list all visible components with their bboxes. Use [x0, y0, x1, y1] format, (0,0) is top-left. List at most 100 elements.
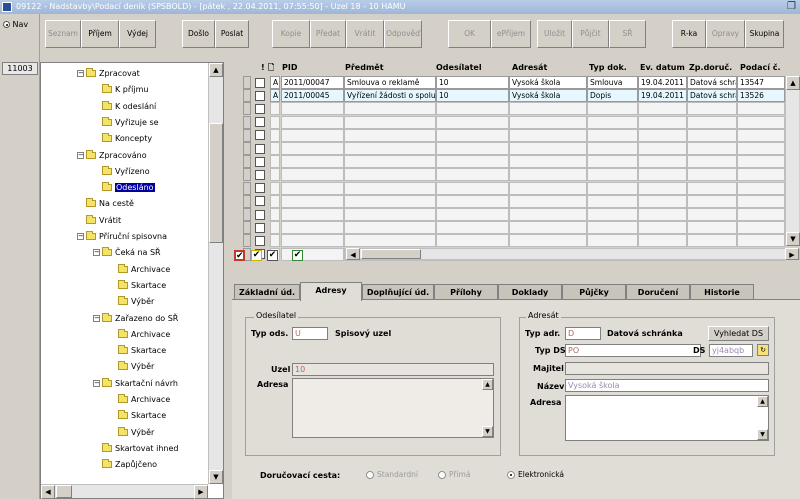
- toolbar-button-skupina[interactable]: Skupina: [745, 20, 784, 48]
- empty-cell[interactable]: [270, 234, 280, 248]
- recipient-address-field[interactable]: ▲ ▼: [565, 395, 769, 441]
- table-cell-typ[interactable]: Dopis: [587, 89, 638, 103]
- filter-checkbox-red[interactable]: ✔: [234, 250, 245, 261]
- tree-node[interactable]: Výběr: [109, 426, 154, 439]
- empty-cell[interactable]: [270, 221, 280, 235]
- collapse-icon[interactable]: −: [77, 233, 84, 240]
- empty-cell[interactable]: [344, 208, 436, 221]
- collapse-icon[interactable]: −: [77, 70, 84, 77]
- toolbar-button-sr[interactable]: SŘ: [609, 20, 646, 48]
- row-checkbox[interactable]: [255, 235, 265, 246]
- row-checkbox[interactable]: [255, 169, 265, 180]
- row-checkbox[interactable]: [255, 196, 265, 207]
- table-cell-adresat[interactable]: Vysoká škola: [509, 89, 587, 103]
- table-cell-zpusob[interactable]: Datová schrán: [687, 76, 737, 89]
- empty-cell[interactable]: [509, 142, 587, 155]
- empty-cell[interactable]: [587, 194, 638, 208]
- row-checkbox[interactable]: [255, 77, 265, 88]
- tree-node[interactable]: − Čeká na SŘ: [93, 247, 161, 259]
- empty-cell[interactable]: [436, 208, 509, 221]
- empty-cell[interactable]: [737, 102, 785, 116]
- empty-cell[interactable]: [436, 155, 509, 169]
- toolbar-button-eprijem[interactable]: ePříjem: [491, 20, 531, 48]
- empty-cell[interactable]: [687, 168, 737, 182]
- collapse-icon[interactable]: −: [93, 249, 100, 257]
- row-indicator[interactable]: [243, 128, 251, 142]
- empty-cell[interactable]: [509, 128, 587, 142]
- table-cell-podaci[interactable]: 13526: [737, 89, 785, 103]
- empty-cell[interactable]: [687, 115, 737, 129]
- row-checkbox[interactable]: [255, 90, 265, 101]
- tree-node[interactable]: Vyřizuje se: [93, 116, 159, 129]
- find-databox-button[interactable]: Vyhledat DS: [708, 326, 769, 341]
- empty-cell[interactable]: [687, 142, 737, 155]
- recipient-nazev-field[interactable]: Vysoká škola: [565, 379, 769, 392]
- tab-adresy[interactable]: Adresy: [300, 282, 362, 301]
- toolbar-button-ulozit[interactable]: Uložit: [537, 20, 572, 48]
- row-checkbox[interactable]: [255, 117, 265, 128]
- empty-cell[interactable]: [638, 168, 687, 182]
- table-cell-odesilatel[interactable]: 10: [436, 89, 509, 103]
- empty-cell[interactable]: [344, 234, 436, 248]
- empty-cell[interactable]: [638, 221, 687, 235]
- row-checkbox[interactable]: [255, 156, 265, 167]
- table-cell-datum[interactable]: 19.04.2011: [638, 89, 687, 103]
- toolbar-button-ok[interactable]: OK: [448, 20, 491, 48]
- tree-node[interactable]: Na cestě: [77, 198, 134, 210]
- tree-node[interactable]: Odesláno: [93, 182, 155, 194]
- empty-cell[interactable]: [687, 234, 737, 248]
- empty-cell[interactable]: [344, 221, 436, 235]
- empty-cell[interactable]: [687, 221, 737, 235]
- tree-node[interactable]: − Příruční spisovna: [77, 231, 167, 243]
- empty-cell[interactable]: [509, 115, 587, 129]
- empty-cell[interactable]: [436, 142, 509, 155]
- table-cell-datum[interactable]: 19.04.2011: [638, 76, 687, 89]
- tree-node[interactable]: − Zpracovat: [77, 68, 140, 80]
- scroll-down-icon[interactable]: ▼: [757, 429, 768, 440]
- sender-type-field[interactable]: U: [292, 327, 328, 340]
- delivery-option-prima[interactable]: Přímá: [438, 470, 470, 480]
- table-cell-pid[interactable]: 2011/00045: [281, 89, 344, 103]
- tree-node[interactable]: Výběr: [109, 361, 154, 373]
- empty-cell[interactable]: [436, 181, 509, 195]
- col-header-typ-dok[interactable]: Typ dok.: [589, 62, 639, 74]
- tree-node[interactable]: − Skartační návrh: [93, 377, 178, 390]
- row-indicator[interactable]: [243, 142, 251, 155]
- empty-cell[interactable]: [638, 155, 687, 169]
- row-checkbox[interactable]: [255, 130, 265, 141]
- empty-cell[interactable]: [509, 168, 587, 182]
- tab-pujcky[interactable]: Půjčky: [562, 284, 626, 300]
- delivery-option-standard[interactable]: Standardní: [366, 470, 418, 480]
- table-cell-predmet[interactable]: Smlouva o reklamě: [344, 76, 436, 89]
- empty-cell[interactable]: [509, 221, 587, 235]
- empty-cell[interactable]: [344, 194, 436, 208]
- empty-cell[interactable]: [587, 168, 638, 182]
- tab-prilohy[interactable]: Přílohy: [434, 284, 498, 300]
- scroll-up-icon[interactable]: ▲: [786, 76, 800, 90]
- empty-cell[interactable]: [509, 102, 587, 116]
- empty-cell[interactable]: [587, 142, 638, 155]
- filter-checkbox-yellow[interactable]: ✔: [251, 250, 262, 261]
- table-cell-predmet[interactable]: Vyřízení žádosti o spolu: [344, 89, 436, 103]
- empty-cell[interactable]: [638, 102, 687, 116]
- row-indicator[interactable]: [243, 181, 251, 195]
- empty-cell[interactable]: [270, 115, 280, 129]
- tab-historie[interactable]: Historie: [690, 284, 754, 300]
- empty-cell[interactable]: [587, 115, 638, 129]
- empty-cell[interactable]: [737, 128, 785, 142]
- empty-cell[interactable]: [687, 155, 737, 169]
- restore-window-icon[interactable]: ❐: [787, 0, 796, 14]
- tree-node[interactable]: Skartovat ihned: [93, 442, 178, 455]
- col-header-zp-doruc[interactable]: Zp.doruč.: [689, 62, 734, 74]
- case-id-field[interactable]: 11003: [2, 62, 38, 75]
- tree-node[interactable]: K odeslání: [93, 100, 156, 113]
- empty-cell[interactable]: [281, 155, 344, 169]
- sender-uzel-field[interactable]: 10: [292, 363, 494, 376]
- toolbar-button-pujcit[interactable]: Půjčit: [572, 20, 609, 48]
- empty-cell[interactable]: [687, 208, 737, 221]
- empty-cell[interactable]: [509, 181, 587, 195]
- recipient-type-field[interactable]: D: [565, 327, 601, 340]
- col-header-pid[interactable]: PID: [282, 62, 342, 74]
- toolbar-button-r-ka[interactable]: R-ka: [672, 20, 706, 48]
- row-checkbox[interactable]: [255, 143, 265, 154]
